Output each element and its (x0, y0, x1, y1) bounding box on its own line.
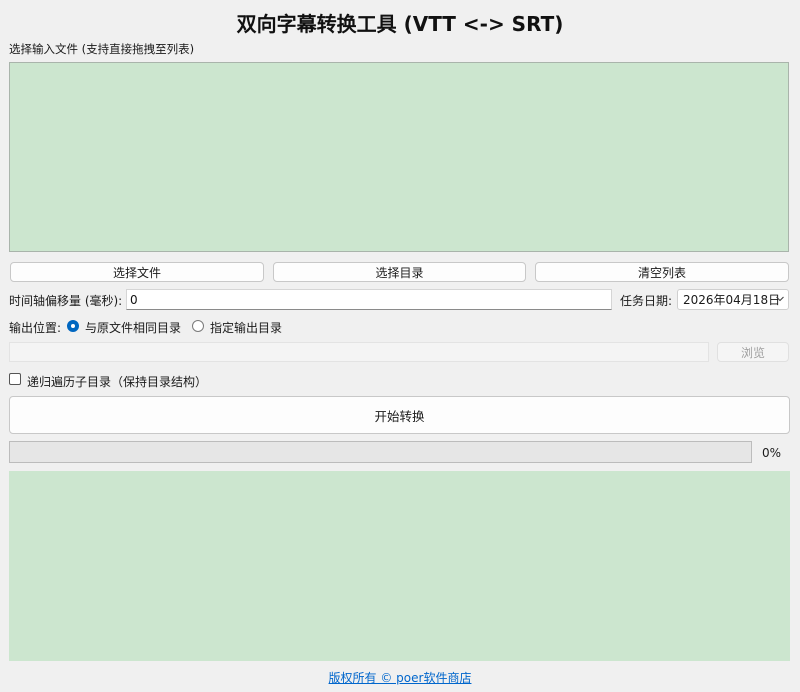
task-date-label: 任务日期: (620, 294, 673, 308)
output-location-label: 输出位置: (9, 321, 62, 335)
radio-custom-directory-label[interactable]: 指定输出目录 (210, 319, 282, 336)
output-directory-field (9, 342, 709, 362)
window-title: 双向字幕转换工具 (VTT <-> SRT) (236, 12, 564, 36)
recursive-checkbox-label[interactable]: 递归遍历子目录（保持目录结构） (27, 373, 207, 390)
progress-percent: 0% (762, 446, 782, 460)
select-directory-button[interactable]: 选择目录 (273, 262, 526, 282)
radio-same-directory-label[interactable]: 与原文件相同目录 (85, 319, 181, 336)
file-list[interactable] (9, 62, 789, 252)
task-date-value: 2026年04月18日 (683, 293, 781, 307)
time-offset-label: 时间轴偏移量 (毫秒): (9, 294, 123, 308)
chevron-down-icon (776, 296, 784, 302)
copyright-link[interactable]: 版权所有 © poer软件商店 (0, 669, 800, 686)
log-area[interactable] (9, 471, 790, 661)
recursive-checkbox[interactable] (9, 373, 21, 385)
select-file-button[interactable]: 选择文件 (10, 262, 264, 282)
clear-list-button[interactable]: 清空列表 (535, 262, 789, 282)
start-convert-button[interactable]: 开始转换 (9, 396, 790, 434)
time-offset-input[interactable] (126, 289, 612, 310)
radio-custom-directory[interactable] (192, 320, 204, 332)
task-date-picker[interactable]: 2026年04月18日 (677, 289, 789, 310)
radio-same-directory[interactable] (67, 320, 79, 332)
input-files-label: 选择输入文件 (支持直接拖拽至列表) (9, 42, 195, 56)
browse-button: 浏览 (717, 342, 789, 362)
progress-bar (9, 441, 752, 463)
